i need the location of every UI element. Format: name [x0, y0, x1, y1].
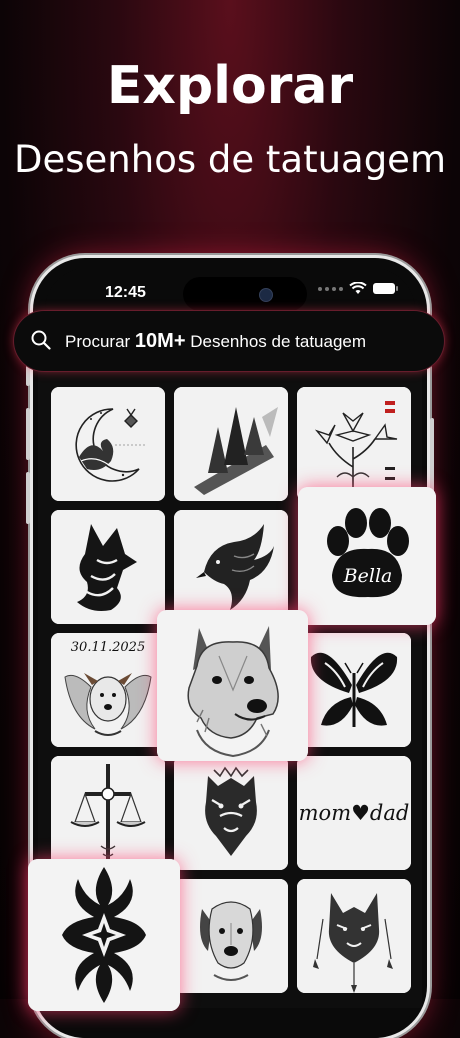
- search-prefix: Procurar: [65, 332, 131, 351]
- wifi-icon: [349, 282, 367, 294]
- phone-power-button: [430, 418, 434, 498]
- search-bar[interactable]: Procurar 10M+ Desenhos de tatuagem: [14, 311, 444, 371]
- moon-wave-icon: [51, 387, 165, 501]
- dog-sketch-icon: [174, 879, 288, 993]
- lily-icon: [297, 387, 411, 501]
- tile-tribal-star[interactable]: [28, 859, 180, 1011]
- winged-dog-date: 30.11.2025: [71, 640, 145, 655]
- butterfly-icon: [297, 633, 411, 747]
- mom-dad-icon: mom♥dad: [297, 756, 411, 870]
- search-icon: [31, 330, 51, 350]
- tile-phoenix[interactable]: [174, 510, 288, 624]
- status-time: 12:45: [105, 284, 146, 301]
- phone-volume-down: [26, 472, 30, 524]
- dog-portrait-icon: [157, 610, 308, 761]
- battery-icon: [373, 283, 398, 294]
- paw-bella-text: Bella: [343, 565, 393, 587]
- signal-dots-icon: [318, 286, 343, 291]
- tile-cross-scales[interactable]: [51, 756, 165, 870]
- search-placeholder: Procurar 10M+ Desenhos de tatuagem: [65, 330, 366, 353]
- tile-dog-portrait[interactable]: [157, 610, 308, 761]
- tile-mom-dad[interactable]: mom♥dad: [297, 756, 411, 870]
- pine-forest-icon: [174, 387, 288, 501]
- tile-lily-flowers[interactable]: [297, 387, 411, 501]
- page-subheadline: Desenhos de tatuagem: [14, 138, 446, 181]
- tile-dog-sketch[interactable]: [174, 879, 288, 993]
- wolf-dreamcatcher-icon: [297, 879, 411, 993]
- status-icons: [318, 282, 398, 295]
- tile-butterfly[interactable]: [297, 633, 411, 747]
- paw-icon: Bella: [298, 487, 436, 625]
- tile-paw-bella[interactable]: Bella: [298, 487, 436, 625]
- tribal-star-icon: [28, 859, 180, 1011]
- tile-pine-forest[interactable]: [174, 387, 288, 501]
- tribal-wolf-icon: [51, 510, 165, 624]
- tile-moon-wave[interactable]: [51, 387, 165, 501]
- tile-tribal-wolf[interactable]: [51, 510, 165, 624]
- camera-icon: [259, 288, 273, 302]
- mom-dad-text: mom♥dad: [299, 801, 410, 825]
- dynamic-island: [183, 277, 307, 311]
- phoenix-icon: [174, 510, 288, 624]
- search-suffix: Desenhos de tatuagem: [190, 332, 367, 351]
- tile-tiger[interactable]: [174, 756, 288, 870]
- page-headline: Explorar: [106, 56, 354, 116]
- tile-winged-dog[interactable]: 30.11.2025: [51, 633, 165, 747]
- tiger-icon: [174, 756, 288, 870]
- tile-wolf-dreamcatcher[interactable]: [297, 879, 411, 993]
- winged-dog-icon: 30.11.2025: [51, 633, 165, 747]
- search-count: 10M+: [134, 330, 186, 352]
- phone-volume-up: [26, 408, 30, 460]
- cross-scales-icon: [51, 756, 165, 870]
